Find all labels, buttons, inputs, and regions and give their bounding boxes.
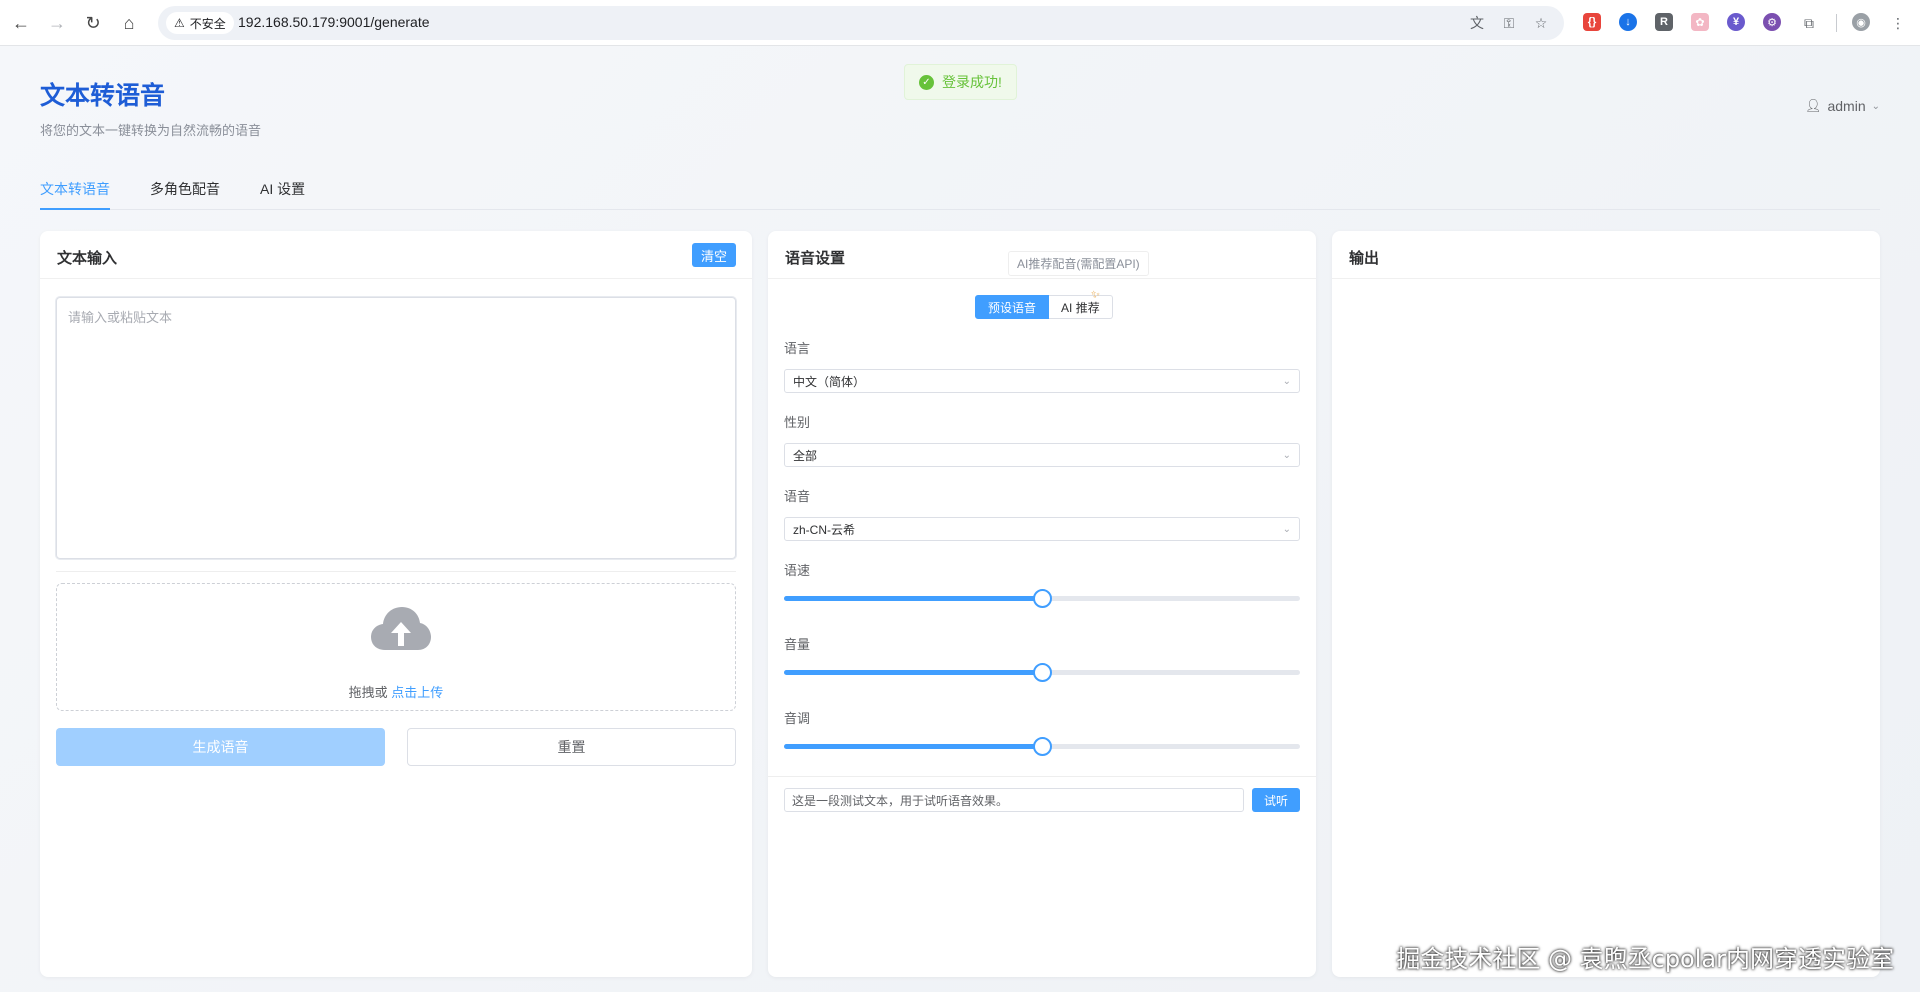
- card-title: 输出: [1349, 250, 1380, 267]
- voice-select[interactable]: zh-CN-云希 ⌄: [784, 517, 1300, 541]
- extensions-puzzle-icon[interactable]: ⧉: [1799, 13, 1819, 33]
- volume-slider[interactable]: [784, 662, 1300, 682]
- language-select[interactable]: 中文（简体） ⌄: [784, 369, 1300, 393]
- textarea-placeholder: 请输入或粘贴文本: [68, 310, 173, 325]
- pitch-label: 音调: [784, 711, 811, 726]
- gender-value: 全部: [793, 448, 818, 463]
- extension-json-icon[interactable]: {}: [1583, 13, 1601, 31]
- slider-fill: [784, 744, 1042, 749]
- profile-avatar-icon[interactable]: ◉: [1852, 13, 1870, 31]
- reload-icon[interactable]: ↻: [81, 11, 105, 35]
- output-card: 输出: [1332, 231, 1880, 977]
- upload-hint: 拖拽或 点击上传: [57, 682, 735, 701]
- url-text[interactable]: 192.168.50.179:9001/generate: [238, 14, 430, 30]
- text-input-area[interactable]: 请输入或粘贴文本: [56, 297, 736, 559]
- ai-tooltip: AI推荐配音(需配置API): [1008, 251, 1149, 276]
- upload-link[interactable]: 点击上传: [391, 685, 443, 700]
- security-chip[interactable]: ⚠ 不安全: [166, 12, 234, 34]
- toolbar-divider: [1836, 14, 1837, 32]
- card-header: 输出: [1332, 231, 1880, 279]
- sparkle-icon: ✨︎: [1091, 289, 1101, 301]
- slider-fill: [784, 670, 1042, 675]
- warning-icon: ⚠: [174, 16, 185, 30]
- user-icon: 👤︎: [1804, 98, 1822, 113]
- slider-handle[interactable]: [1033, 663, 1052, 682]
- extension-pink-icon[interactable]: ✿: [1691, 13, 1709, 31]
- volume-label: 音量: [784, 637, 811, 652]
- slider-fill: [784, 596, 1042, 601]
- home-icon[interactable]: ⌂: [117, 11, 141, 35]
- slider-handle[interactable]: [1033, 589, 1052, 608]
- language-value: 中文（简体）: [793, 374, 866, 389]
- forward-icon[interactable]: →: [45, 11, 69, 35]
- key-icon[interactable]: ⚿: [1499, 13, 1519, 33]
- chevron-down-icon: ⌄: [1282, 449, 1291, 461]
- reset-button[interactable]: 重置: [407, 728, 736, 766]
- user-menu[interactable]: 👤︎ admin ⌄: [1805, 98, 1880, 114]
- gender-select[interactable]: 全部 ⌄: [784, 443, 1300, 467]
- extension-purple-icon[interactable]: ¥: [1727, 13, 1745, 31]
- voice-value: zh-CN-云希: [793, 522, 855, 537]
- text-input-card: 文本输入 清空 请输入或粘贴文本 拖拽或 点击上传 生成语音 重置: [40, 231, 752, 977]
- listen-button[interactable]: 试听: [1252, 788, 1300, 812]
- generate-button[interactable]: 生成语音: [56, 728, 385, 766]
- pitch-slider[interactable]: [784, 736, 1300, 756]
- extension-download-icon[interactable]: ↓: [1619, 13, 1637, 31]
- tab-ai-settings[interactable]: AI 设置: [260, 176, 305, 210]
- chevron-down-icon: ⌄: [1282, 523, 1291, 535]
- rate-label: 语速: [784, 563, 811, 578]
- preset-voice-button[interactable]: 预设语音: [975, 295, 1050, 319]
- card-header: 文本输入 清空: [40, 231, 752, 279]
- watermark: 掘金技术社区 @ 袁煦丞cpolar内网穿透实验室: [1396, 945, 1894, 973]
- success-toast: ✓ 登录成功!: [904, 64, 1017, 100]
- main-tabs: 文本转语音 多角色配音 AI 设置: [40, 176, 1880, 210]
- tab-multi-role[interactable]: 多角色配音: [150, 176, 220, 210]
- menu-kebab-icon[interactable]: ⋮: [1888, 13, 1908, 33]
- divider: [56, 571, 736, 572]
- bookmark-star-icon[interactable]: ☆: [1531, 13, 1551, 33]
- card-title: 语音设置: [785, 250, 846, 267]
- preview-text-input[interactable]: 这是一段测试文本，用于试听语音效果。: [784, 788, 1244, 812]
- translate-icon[interactable]: 文: [1467, 13, 1487, 33]
- browser-toolbar: ← → ↻ ⌂ ⚠ 不安全 192.168.50.179:9001/genera…: [0, 0, 1920, 46]
- insecure-label: 不安全: [189, 16, 226, 31]
- slider-handle[interactable]: [1033, 737, 1052, 756]
- language-label: 语言: [784, 341, 811, 356]
- username: admin: [1827, 98, 1866, 114]
- check-circle-icon: ✓: [919, 74, 934, 90]
- ai-recommend-button[interactable]: AI 推荐: [1049, 295, 1113, 319]
- divider: [768, 776, 1316, 777]
- preview-text: 这是一段测试文本，用于试听语音效果。: [792, 793, 1009, 808]
- toast-message: 登录成功!: [942, 74, 1002, 90]
- upload-cloud-icon: [371, 607, 431, 650]
- upload-prefix: 拖拽或: [348, 685, 392, 700]
- tab-text-to-speech[interactable]: 文本转语音: [40, 176, 110, 210]
- voice-label: 语音: [784, 489, 811, 504]
- page-subtitle: 将您的文本一键转换为自然流畅的语音: [40, 123, 262, 138]
- chevron-down-icon: ⌄: [1282, 375, 1291, 387]
- upload-dropzone[interactable]: 拖拽或 点击上传: [56, 583, 736, 711]
- app-page: 文本转语音 将您的文本一键转换为自然流畅的语音 ✓ 登录成功! 👤︎ admin…: [0, 46, 1920, 992]
- chevron-down-icon: ⌄: [1871, 100, 1880, 112]
- gender-label: 性别: [784, 415, 811, 430]
- extension-r-icon[interactable]: R: [1655, 13, 1673, 31]
- card-title: 文本输入: [57, 250, 118, 267]
- page-title: 文本转语音: [40, 82, 166, 110]
- voice-settings-card: 语音设置 AI推荐配音(需配置API) 预设语音 AI 推荐 ✨︎ 语言 中文（…: [768, 231, 1316, 977]
- back-icon[interactable]: ←: [9, 11, 33, 35]
- clear-button[interactable]: 清空: [691, 243, 736, 267]
- rate-slider[interactable]: [784, 588, 1300, 608]
- extension-gear-icon[interactable]: ⚙: [1763, 13, 1781, 31]
